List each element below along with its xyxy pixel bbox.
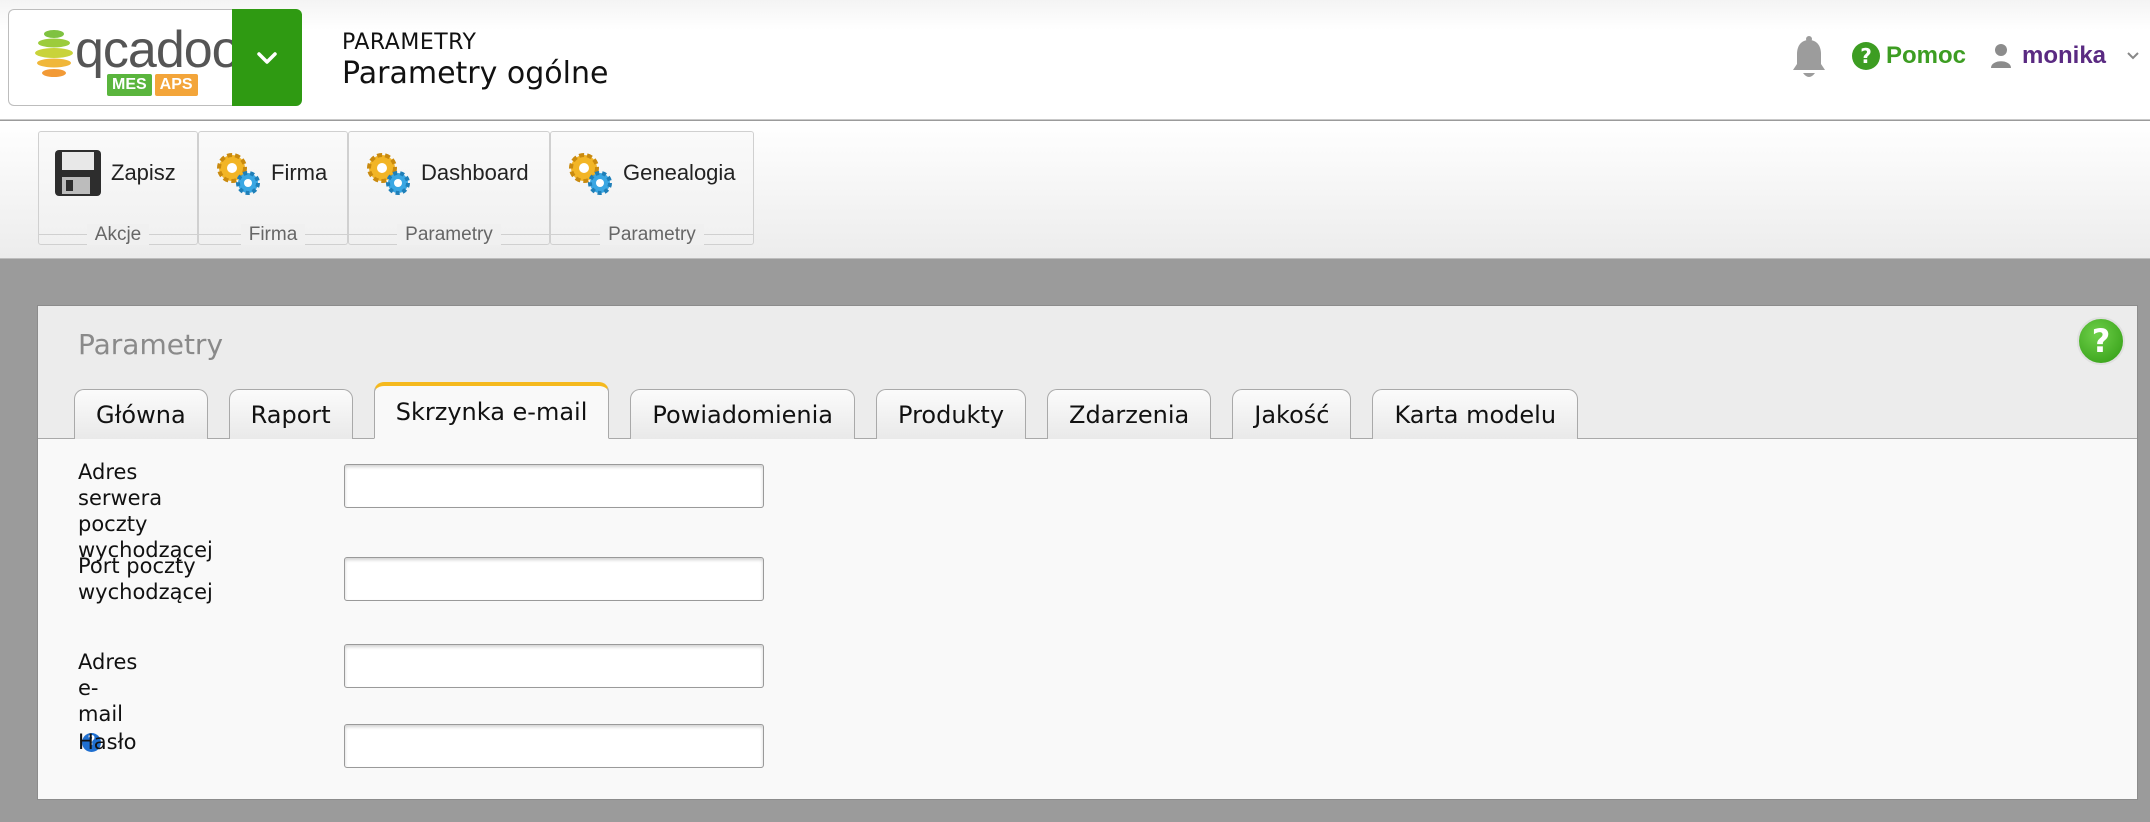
tab-zdarzenia[interactable]: Zdarzenia <box>1047 389 1212 439</box>
panel-header: Parametry ? Główna Raport Skrzynka e-mai… <box>38 306 2137 439</box>
label-line: poczty <box>78 512 148 536</box>
save-button[interactable]: Zapisz <box>53 148 176 198</box>
password-input[interactable] <box>344 724 764 768</box>
user-icon <box>1991 44 2011 68</box>
genealogy-button[interactable]: Genealogia <box>565 148 736 198</box>
ribbon-group-firma: Firma Firma <box>198 131 348 245</box>
tab-jakosc[interactable]: Jakość <box>1232 389 1352 439</box>
email-label-text: Adres e-mail <box>78 650 138 726</box>
tab-skrzynka-email[interactable]: Skrzynka e-mail <box>373 382 610 439</box>
panel-title: Parametry <box>78 328 224 361</box>
parameters-panel: Parametry ? Główna Raport Skrzynka e-mai… <box>37 305 2138 800</box>
help-link[interactable]: ? Pomoc <box>1852 42 1966 70</box>
user-name: monika <box>2022 42 2107 69</box>
ribbon-group-label: Parametry <box>397 224 501 245</box>
company-button[interactable]: Firma <box>213 148 327 198</box>
smtp-host-input[interactable] <box>344 464 764 508</box>
smtp-host-label: Adres serwera poczty wychodzącej <box>78 459 213 563</box>
smtp-port-label: Port poczty wychodzącej <box>78 553 213 605</box>
tab-karta-modelu[interactable]: Karta modelu <box>1372 389 1579 439</box>
logo-stripes-icon <box>35 30 73 77</box>
gears-icon <box>367 153 410 195</box>
tab-produkty[interactable]: Produkty <box>876 389 1027 439</box>
dashboard-button[interactable]: Dashboard <box>363 148 529 198</box>
label-line: Port poczty <box>78 554 196 578</box>
top-header: qcadoo MES APS PARAMETRY Parametry ogóln… <box>0 0 2150 120</box>
tab-glowna[interactable]: Główna <box>74 389 208 439</box>
question-icon: ? <box>1852 42 1880 70</box>
question-icon: ? <box>2091 322 2111 360</box>
app-logo[interactable]: qcadoo MES APS <box>8 9 241 106</box>
logo-badges: MES APS <box>107 74 198 96</box>
gears-icon <box>569 153 612 195</box>
ribbon-group-label: Akcje <box>86 224 150 245</box>
tab-bar: Główna Raport Skrzynka e-mail Powiadomie… <box>74 382 1599 439</box>
save-icon <box>55 150 101 196</box>
smtp-port-input[interactable] <box>344 557 764 601</box>
genealogy-button-label: Genealogia <box>623 160 736 185</box>
chevron-down-icon <box>2127 52 2139 60</box>
gears-icon <box>217 153 260 195</box>
chevron-down-icon <box>257 51 277 64</box>
save-button-label: Zapisz <box>111 160 176 185</box>
tab-powiadomienia[interactable]: Powiadomienia <box>630 389 856 439</box>
help-link-label: Pomoc <box>1886 42 1967 69</box>
tab-raport[interactable]: Raport <box>228 389 353 439</box>
password-label: Hasło <box>78 730 137 754</box>
ribbon-group-akcje: Zapisz Akcje <box>38 131 198 245</box>
mes-badge: MES <box>107 74 152 96</box>
page-title: Parametry ogólne <box>342 56 609 91</box>
action-ribbon: Zapisz Akcje Firma Firma Dashboard Param… <box>0 121 2150 259</box>
notifications-bell-icon[interactable] <box>1790 36 1828 82</box>
email-input[interactable] <box>344 644 764 688</box>
logo-text: qcadoo <box>75 21 241 79</box>
ribbon-group-label: Parametry <box>600 224 704 245</box>
ribbon-group-label: Firma <box>240 224 306 245</box>
user-menu[interactable]: monika <box>1990 42 2140 70</box>
ribbon-group-parametry-dashboard: Dashboard Parametry <box>348 131 550 245</box>
label-line: Adres serwera <box>78 460 163 510</box>
dashboard-button-label: Dashboard <box>421 160 529 185</box>
main-menu-toggle-button[interactable] <box>232 9 302 106</box>
company-button-label: Firma <box>271 160 328 185</box>
aps-badge: APS <box>154 74 198 96</box>
label-line: wychodzącej <box>78 580 213 604</box>
panel-help-button[interactable]: ? <box>2077 317 2125 365</box>
breadcrumb-category: PARAMETRY <box>342 30 477 55</box>
ribbon-group-parametry-genealogia: Genealogia Parametry <box>550 131 754 245</box>
